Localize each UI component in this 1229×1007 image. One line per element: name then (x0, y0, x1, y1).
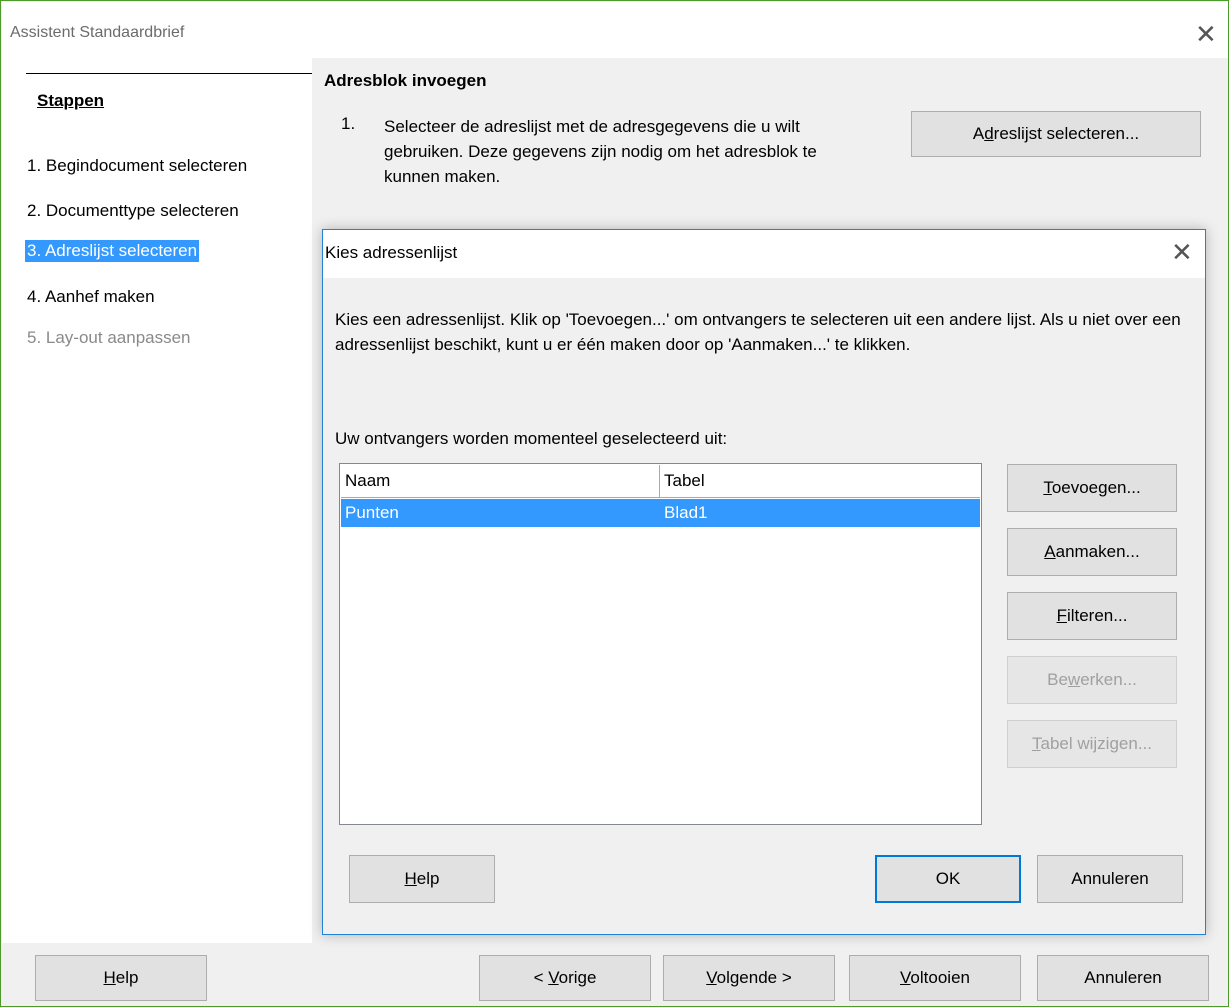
cell-tabel: Blad1 (664, 503, 708, 522)
address-list-table[interactable]: Naam Tabel Punten Blad1 (339, 463, 982, 825)
dialog-title: Kies adressenlijst (325, 243, 458, 262)
add-button[interactable]: Toevoegen... (1007, 464, 1177, 512)
instruction-number: 1. (341, 114, 356, 133)
cell-naam: Punten (345, 503, 399, 522)
dialog-help-label: Help (404, 869, 440, 888)
edit-button[interactable]: Bewerken... (1007, 656, 1177, 704)
create-button[interactable]: Aanmaken... (1007, 528, 1177, 576)
column-header-tabel[interactable]: Tabel (660, 465, 980, 497)
window-title: Assistent Standaardbrief (10, 24, 185, 41)
previous-button[interactable]: < Vorige (479, 955, 651, 1001)
table-header: Naam Tabel (341, 465, 980, 498)
recipients-source-label: Uw ontvangers worden momenteel geselecte… (335, 429, 728, 448)
dialog-close-icon[interactable]: ✕ (1171, 240, 1193, 266)
choose-address-list-dialog: Kies adressenlijst ✕ Kies een adressenli… (322, 229, 1206, 935)
step-item-layout: 5. Lay-out aanpassen (27, 328, 191, 347)
previous-label: < Vorige (533, 968, 597, 987)
step-item-aanhef[interactable]: 4. Aanhef maken (25, 286, 157, 308)
change-table-label: Tabel wijzigen... (1031, 734, 1152, 753)
change-table-button[interactable]: Tabel wijzigen... (1007, 720, 1177, 768)
ok-button[interactable]: OK (875, 855, 1021, 903)
next-button[interactable]: Volgende > (663, 955, 835, 1001)
finish-label: Voltooien (900, 968, 970, 987)
dialog-description: Kies een adressenlijst. Klik op 'Toevoeg… (335, 310, 1181, 354)
select-address-list-label: Adreslijst selecteren... (972, 124, 1140, 143)
dialog-help-button[interactable]: Help (349, 855, 495, 903)
filter-button[interactable]: Filteren... (1007, 592, 1177, 640)
wizard-cancel-button[interactable]: Annuleren (1037, 955, 1209, 1001)
title-bar: Assistent Standaardbrief ✕ (2, 2, 1228, 58)
dialog-title-bar: Kies adressenlijst ✕ (323, 230, 1205, 278)
finish-button[interactable]: Voltooien (849, 955, 1021, 1001)
page-heading: Adresblok invoegen (324, 71, 487, 90)
close-icon[interactable]: ✕ (1195, 22, 1217, 48)
edit-label: Bewerken... (1047, 670, 1137, 689)
wizard-window: Assistent Standaardbrief ✕ Stappen 1. Be… (0, 0, 1229, 1007)
step-item-documenttype[interactable]: 2. Documenttype selecteren (25, 200, 241, 222)
select-address-list-button[interactable]: Adreslijst selecteren... (911, 111, 1201, 157)
steps-heading: Stappen (37, 91, 105, 110)
create-label: Aanmaken... (1044, 542, 1140, 561)
footer-help-button[interactable]: Help (35, 955, 207, 1001)
column-header-naam[interactable]: Naam (341, 465, 659, 497)
step-item-adreslijst[interactable]: 3. Adreslijst selecteren (25, 240, 200, 262)
filter-label: Filteren... (1056, 606, 1128, 625)
sidebar-divider (26, 73, 312, 74)
table-row[interactable]: Punten Blad1 (341, 499, 980, 527)
step-item-begindocument[interactable]: 1. Begindocument selecteren (25, 155, 249, 177)
dialog-cancel-button[interactable]: Annuleren (1037, 855, 1183, 903)
steps-sidebar: Stappen 1. Begindocument selecteren 2. D… (2, 58, 312, 943)
instruction-text: Selecteer de adreslijst met de adresgege… (384, 117, 817, 186)
footer-help-label: Help (103, 968, 139, 987)
add-label: Toevoegen... (1043, 478, 1141, 497)
next-label: Volgende > (706, 968, 792, 987)
